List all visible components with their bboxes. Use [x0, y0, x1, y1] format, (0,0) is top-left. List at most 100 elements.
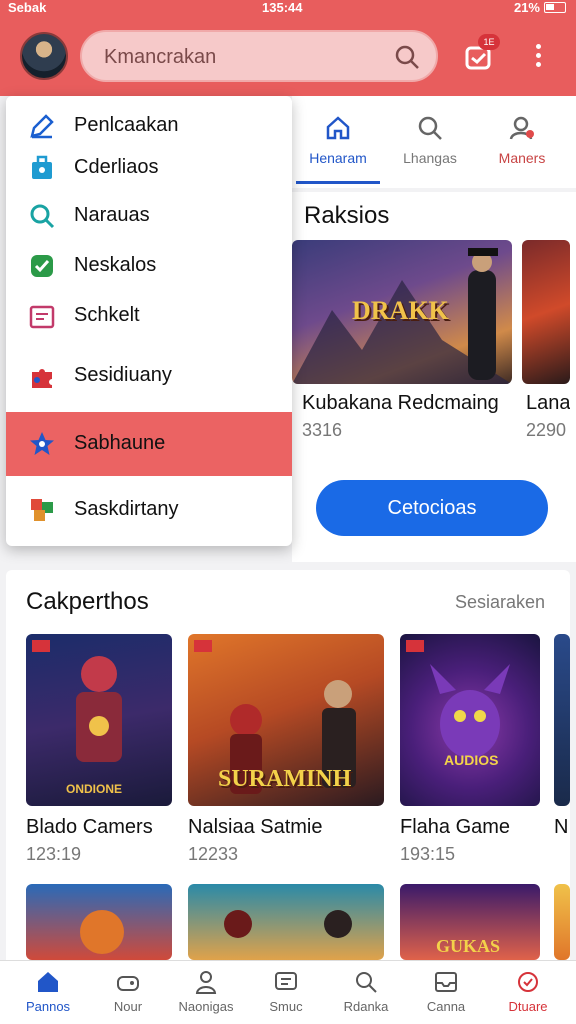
- game-thumbnail-1[interactable]: ONDIONE: [26, 634, 172, 806]
- game-art-image: [80, 910, 124, 954]
- nav-label: Canna: [426, 999, 466, 1014]
- gamepad-icon: [117, 976, 139, 991]
- game-logo: AUDIOS: [444, 752, 499, 768]
- dropdown-menu: Penlcaakan Cderliaos Narauas Neskalos Sc…: [6, 96, 292, 546]
- nav-alerts[interactable]: Dtuare: [488, 961, 568, 1024]
- game-name-2[interactable]: Nalsiaa Satmie: [188, 816, 388, 839]
- menu-item-6[interactable]: Sabhaune: [6, 412, 292, 476]
- game-thumbnail-3[interactable]: AUDIOS: [400, 634, 540, 806]
- puzzle-icon: [32, 369, 52, 388]
- nav-inbox[interactable]: Canna: [406, 961, 486, 1024]
- category-title: Cakperthos: [26, 588, 149, 615]
- game-thumbnail-8[interactable]: [554, 884, 570, 960]
- game-count-2: 12233: [188, 844, 239, 864]
- menu-item-label: Narauas: [74, 204, 150, 226]
- alert-icon: [518, 972, 538, 992]
- game-thumbnail-7[interactable]: GUKAS: [400, 884, 540, 960]
- nav-home[interactable]: Pannos: [8, 961, 88, 1024]
- game-logo: SURAMINH: [218, 766, 352, 792]
- search-input-text[interactable]: Kmancrakan: [104, 46, 216, 69]
- featured-game-thumbnail-2[interactable]: [522, 240, 570, 384]
- tab-search-label: Lhangas: [403, 150, 457, 166]
- tab-home-label: Henaram: [309, 150, 367, 166]
- featured-game-logo: DRAKK: [352, 296, 449, 325]
- see-all-link[interactable]: Sesiaraken: [455, 592, 545, 613]
- menu-item-label: Penlcaakan: [74, 114, 179, 136]
- game-name-3[interactable]: Flaha Game: [400, 816, 550, 839]
- clock: 135:44: [262, 0, 303, 15]
- game-thumbnail-4[interactable]: [554, 634, 570, 806]
- nav-label: Dtuare: [508, 999, 548, 1014]
- battery-percent: 21%: [513, 0, 540, 15]
- search-icon: [356, 972, 377, 993]
- menu-item-7[interactable]: Saskdirtany: [6, 482, 292, 538]
- game-art-image: [32, 640, 122, 762]
- game-name-1[interactable]: Blado Camers: [26, 816, 176, 839]
- calendar-icon: [29, 305, 55, 329]
- app-header: Kmancrakan 1E: [0, 16, 576, 96]
- menu-item-3[interactable]: Neskalos: [6, 238, 292, 294]
- nav-search[interactable]: Rdanka: [326, 961, 406, 1024]
- user-alert-icon: [509, 116, 534, 140]
- menu-item-label: Sesidiuany: [74, 364, 172, 386]
- avatar[interactable]: [20, 32, 68, 80]
- featured-game-thumbnail[interactable]: DRAKK: [292, 240, 512, 384]
- game-thumbnail-5[interactable]: [26, 884, 172, 960]
- home-icon: [326, 116, 350, 140]
- nav-label: Pannos: [25, 999, 71, 1014]
- menu-item-label: Neskalos: [74, 254, 157, 276]
- top-tab-bar: Henaram Lhangas Maners: [292, 96, 576, 188]
- tab-members-label: Maners: [498, 150, 546, 166]
- search-icon[interactable]: [394, 44, 420, 70]
- inbox-icon: [435, 972, 457, 992]
- featured-game-count-2: 2290: [526, 420, 567, 440]
- search-input[interactable]: Kmancrakan: [80, 30, 438, 82]
- featured-game-count: 3316: [302, 420, 343, 440]
- menu-item-label: Cderliaos: [74, 156, 159, 178]
- nav-label: Naonigas: [178, 999, 234, 1014]
- categories-button[interactable]: Cetocioas: [316, 480, 548, 536]
- menu-item-label: Saskdirtany: [74, 498, 179, 520]
- nav-games[interactable]: Nour: [88, 961, 168, 1024]
- menu-item-5[interactable]: Sesidiuany: [6, 348, 292, 404]
- menu-item-2[interactable]: Narauas: [6, 188, 292, 244]
- carrier-label: Sebak: [8, 0, 47, 15]
- game-logo: GUKAS: [436, 936, 501, 956]
- tab-home[interactable]: Henaram: [292, 96, 384, 188]
- tab-search[interactable]: Lhangas: [384, 96, 476, 188]
- battery-icon: [544, 2, 566, 13]
- bottom-navigation: Pannos Nour Naonigas Smuc Rdanka Canna D…: [0, 960, 576, 1024]
- featured-game-name-2[interactable]: Lana: [526, 392, 570, 415]
- person-icon: [195, 971, 217, 994]
- nav-label: Nour: [113, 999, 143, 1014]
- search-icon: [418, 116, 442, 140]
- nav-label: Smuc: [269, 999, 303, 1014]
- game-thumbnail-2[interactable]: SURAMINH: [188, 634, 384, 806]
- blocks-icon: [31, 499, 53, 521]
- search-icon: [30, 204, 55, 229]
- status-bar: Sebak 135:44 21%: [0, 0, 576, 16]
- home-icon: [38, 972, 58, 992]
- menu-item-label: Sabhaune: [74, 432, 166, 454]
- game-count-3: 193:15: [400, 844, 456, 864]
- game-art-image: [224, 910, 352, 938]
- game-art-image: [406, 640, 510, 758]
- game-name-4[interactable]: N: [554, 816, 570, 839]
- nav-people[interactable]: Naonigas: [166, 961, 246, 1024]
- nav-chat[interactable]: Smuc: [246, 961, 326, 1024]
- game-count-1: 123:19: [26, 844, 82, 864]
- edit-icon: [30, 114, 54, 139]
- tab-members[interactable]: Maners: [476, 96, 568, 188]
- featured-game-name[interactable]: Kubakana Redcmaing: [302, 392, 518, 415]
- bag-icon: [32, 155, 52, 179]
- menu-item-label: Schkelt: [74, 304, 140, 326]
- more-menu-icon[interactable]: [528, 40, 548, 72]
- chat-icon: [275, 972, 297, 990]
- nav-label: Rdanka: [343, 999, 389, 1014]
- notification-badge: 1E: [478, 34, 500, 50]
- star-icon: [30, 432, 54, 455]
- menu-item-4[interactable]: Schkelt: [6, 288, 292, 344]
- game-logo: ONDIONE: [66, 782, 123, 796]
- game-thumbnail-6[interactable]: [188, 884, 384, 960]
- featured-title: Raksios: [304, 202, 390, 229]
